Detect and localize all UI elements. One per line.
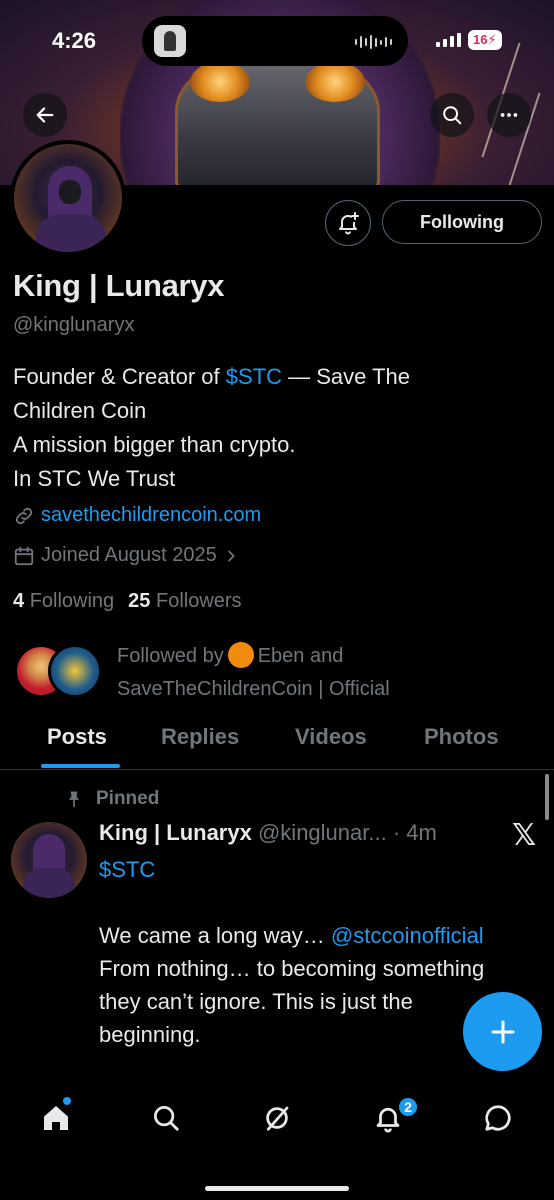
bio-text: — Save The <box>282 364 411 389</box>
following-count-link[interactable]: 4 Following <box>13 590 114 613</box>
more-icon <box>500 113 518 117</box>
profile-handle: @kinglunaryx <box>13 314 135 336</box>
followed-by-prefix: Followed by <box>117 645 224 667</box>
following-label: Following <box>29 590 115 612</box>
followed-by-text: Followed by Eben and SaveTheChildrenCoin … <box>117 640 390 706</box>
nav-grok[interactable] <box>257 1098 297 1138</box>
active-tab-indicator <box>41 764 120 768</box>
post-cashtag[interactable]: $STC <box>99 853 544 886</box>
pinned-text: Pinned <box>96 788 160 809</box>
back-button[interactable] <box>23 93 67 137</box>
search-icon <box>154 1106 179 1131</box>
bio-text: Founder & Creator of <box>13 364 226 389</box>
pinned-label: Pinned <box>64 788 159 810</box>
post-mention[interactable]: @stccoinofficial <box>331 923 484 948</box>
bio-text: A mission bigger than crypto. <box>13 432 296 457</box>
nav-search[interactable] <box>146 1098 186 1138</box>
profile-bio: Founder & Creator of $STC — Save The Chi… <box>13 360 533 496</box>
post-header: King | Lunaryx @kinglunar... · 4m <box>99 820 437 846</box>
pin-icon <box>69 791 79 808</box>
now-playing-thumbnail <box>154 25 186 57</box>
status-time: 4:26 <box>52 28 97 53</box>
bio-cashtag-link[interactable]: $STC <box>226 364 282 389</box>
cellular-signal-icon <box>436 33 461 47</box>
audio-wave-icon <box>355 35 392 49</box>
followers-count: 25 <box>128 590 151 612</box>
followers-count-link[interactable]: 25 Followers <box>128 590 241 613</box>
following-button[interactable]: Following <box>382 200 542 244</box>
home-indicator[interactable] <box>205 1186 349 1191</box>
profile-joined-row[interactable]: Joined August 2025 <box>13 544 239 567</box>
post-text: We came a long way… <box>99 923 331 948</box>
tab-posts[interactable]: Posts <box>47 724 107 750</box>
tab-replies[interactable]: Replies <box>161 724 239 750</box>
profile-website-link[interactable]: savethechildrencoin.com <box>41 504 261 527</box>
post-author-name[interactable]: King | Lunaryx <box>99 820 252 845</box>
x-logo-icon: 𝕏 <box>512 818 537 853</box>
follow-counts: 4 Following 25 Followers <box>13 590 242 613</box>
followed-by-name: SaveTheChildrenCoin | Official <box>117 678 390 700</box>
nav-home[interactable] <box>36 1098 76 1138</box>
dynamic-island[interactable] <box>142 16 408 66</box>
calendar-icon <box>14 546 34 565</box>
home-unread-dot <box>63 1097 71 1105</box>
profile-joined-date: Joined August 2025 <box>41 544 217 566</box>
nav-messages[interactable] <box>478 1098 518 1138</box>
scrollbar[interactable] <box>545 774 549 820</box>
charging-icon: ⚡ <box>487 32 497 47</box>
link-icon <box>15 507 33 524</box>
avatar-body <box>36 214 106 252</box>
profile-avatar[interactable] <box>10 140 126 256</box>
bio-text: In STC We Trust <box>13 466 176 491</box>
profile-tabs: Posts Replies Videos Photos <box>0 714 554 770</box>
compose-post-button[interactable] <box>463 992 542 1071</box>
post-text: From nothing… to becoming something <box>99 956 485 981</box>
search-icon <box>443 106 462 125</box>
followed-by-row[interactable]: Followed by Eben and SaveTheChildrenCoin … <box>14 640 544 700</box>
following-count: 4 <box>13 590 25 612</box>
bio-text: Children Coin <box>13 398 147 423</box>
profile-website-row[interactable]: savethechildrencoin.com <box>13 504 261 527</box>
avatar-face <box>59 180 81 204</box>
messages-icon <box>485 1105 511 1131</box>
home-icon <box>44 1106 68 1130</box>
follower-avatar <box>48 644 102 698</box>
post-meta: @kinglunar... · 4m <box>257 820 437 845</box>
tab-videos[interactable]: Videos <box>295 724 367 750</box>
notifications-subscribe-button[interactable] <box>325 200 371 246</box>
notifications-badge: 2 <box>397 1096 419 1118</box>
status-bar: 4:26 16⚡ <box>0 0 554 80</box>
battery-indicator: 16⚡ <box>468 30 502 50</box>
avatar-body <box>23 868 75 898</box>
followed-by-name: Eben and <box>257 645 344 667</box>
profile-display-name: King | Lunaryx <box>13 268 225 303</box>
arrow-left-icon <box>36 107 54 123</box>
followers-label: Followers <box>155 590 242 612</box>
tab-photos[interactable]: Photos <box>424 724 499 750</box>
battery-level: 16 <box>473 32 488 47</box>
search-button[interactable] <box>430 93 474 137</box>
post-author-avatar[interactable] <box>11 822 87 898</box>
chevron-right-icon <box>227 550 235 561</box>
bottom-navigation: 2 <box>0 1080 554 1200</box>
grok-icon <box>266 1106 289 1131</box>
more-button[interactable] <box>487 93 531 137</box>
plus-icon <box>491 1020 514 1043</box>
orange-circle-emoji-icon <box>227 642 254 668</box>
bell-plus-icon <box>339 212 359 235</box>
